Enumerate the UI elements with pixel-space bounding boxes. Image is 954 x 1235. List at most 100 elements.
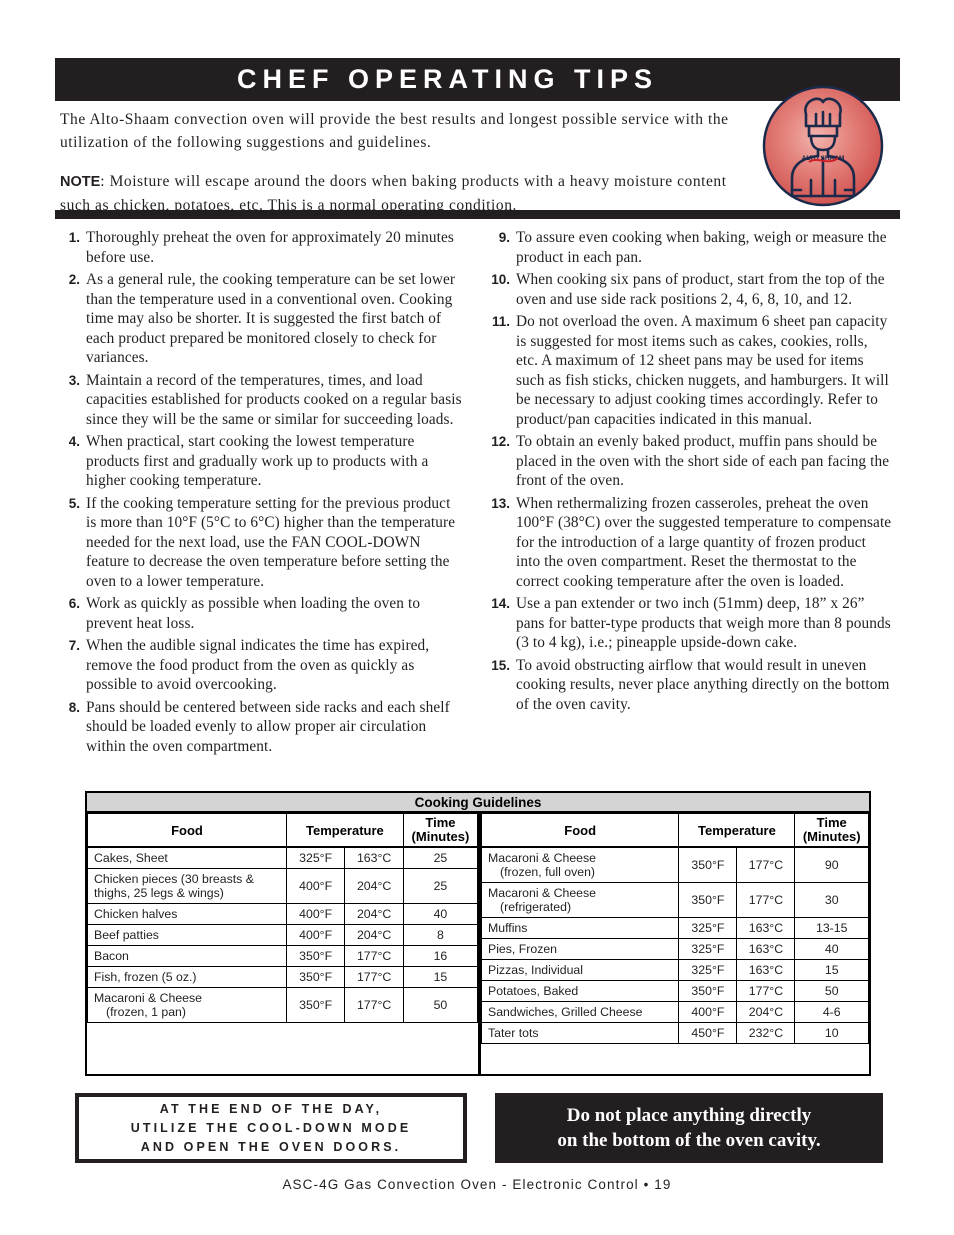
food-name: Macaroni & Cheese bbox=[488, 851, 596, 865]
food-name: Sandwiches, Grilled Cheese bbox=[488, 1005, 643, 1019]
tip-text: Work as quickly as possible when loading… bbox=[86, 595, 421, 632]
cell-temp-c: 204°C bbox=[344, 924, 404, 946]
tip-text: To assure even cooking when baking, weig… bbox=[516, 229, 887, 266]
tip-text: Maintain a record of the temperatures, t… bbox=[86, 371, 462, 428]
tip-number: 8. bbox=[68, 699, 80, 715]
tips-column-right: 9. To assure even cooking when baking, we… bbox=[488, 228, 892, 717]
chef-logo-icon: ALTO SHAAM bbox=[762, 85, 884, 207]
cell-temp-f: 350°F bbox=[678, 980, 738, 1002]
cell-temp-f: 400°F bbox=[285, 924, 346, 946]
intro-paragraph: The Alto-Shaam convection oven will prov… bbox=[60, 111, 729, 151]
tip-number: 14. bbox=[491, 596, 510, 611]
table-header-row: Food Temperature Time (Minutes) bbox=[87, 813, 479, 848]
cell-food: Muffins bbox=[480, 917, 680, 939]
cell-time: 50 bbox=[794, 980, 869, 1002]
callout-line-3: AND OPEN THE OVEN DOORS. bbox=[140, 1139, 402, 1154]
header-time-line2: (Minutes) bbox=[411, 829, 470, 844]
tip-item: 15. To avoid obstructing airflow that wou… bbox=[488, 656, 892, 715]
tip-text: When practical, start cooking the lowest… bbox=[86, 433, 429, 489]
tip-item: 13. When rethermalizing frozen casseroles… bbox=[488, 494, 892, 592]
oven-cavity-warning-callout: Do not place anything directly on the bo… bbox=[495, 1093, 883, 1163]
cell-temp-f: 350°F bbox=[678, 882, 738, 918]
food-name: Tater tots bbox=[488, 1026, 539, 1040]
cell-temp-f: 325°F bbox=[678, 959, 738, 981]
food-name: Pizzas, Individual bbox=[488, 963, 584, 977]
cell-temp-f: 450°F bbox=[678, 1022, 738, 1044]
cell-food: Pies, Frozen bbox=[480, 938, 680, 960]
tip-item: 2. As a general rule, the cooking tempera… bbox=[58, 270, 462, 368]
food-name: Beef patties bbox=[94, 928, 159, 942]
cell-temp-f: 325°F bbox=[678, 917, 738, 939]
cell-food: Pizzas, Individual bbox=[480, 959, 680, 981]
food-name: Macaroni & Cheese bbox=[488, 886, 596, 900]
tip-text: When rethermalizing frozen casseroles, p… bbox=[516, 494, 892, 590]
tips-column-left: 1. Thoroughly preheat the oven for approx… bbox=[58, 228, 462, 759]
tip-number: 11. bbox=[491, 314, 510, 329]
tip-number: 9. bbox=[498, 230, 510, 245]
cell-time: 30 bbox=[794, 882, 869, 918]
cell-time: 40 bbox=[402, 903, 479, 925]
oven-cavity-warning-text: Do not place anything directly on the bo… bbox=[557, 1103, 820, 1153]
cell-food: Macaroni & Cheese (frozen, 1 pan) bbox=[87, 987, 287, 1023]
tip-item: 12. To obtain an evenly baked product, mu… bbox=[488, 432, 892, 491]
food-name: Cakes, Sheet bbox=[94, 851, 168, 865]
table-row: Macaroni & Cheese (frozen, 1 pan) 350°F 177… bbox=[87, 987, 479, 1023]
table-row: Chicken halves 400°F 204°C 40 bbox=[87, 903, 479, 925]
header-time-line2: (Minutes) bbox=[802, 829, 861, 844]
cell-food: Sandwiches, Grilled Cheese bbox=[480, 1001, 680, 1023]
table-row: Bacon 350°F 177°C 16 bbox=[87, 945, 479, 967]
tip-number: 3. bbox=[68, 372, 80, 388]
tip-text: When cooking six pans of product, start … bbox=[516, 271, 885, 308]
alto-shaam-chef-logo: ALTO SHAAM bbox=[761, 84, 885, 208]
cell-food: Cakes, Sheet bbox=[87, 846, 287, 869]
cell-food: Potatoes, Baked bbox=[480, 980, 680, 1002]
header-time-line1: Time bbox=[425, 815, 456, 830]
tip-item: 3. Maintain a record of the temperatures,… bbox=[58, 371, 462, 430]
cell-time: 10 bbox=[794, 1022, 869, 1044]
cell-temp-c: 177°C bbox=[344, 945, 404, 967]
header-time: Time (Minutes) bbox=[794, 813, 869, 848]
cell-temp-c: 177°C bbox=[736, 882, 796, 918]
cell-time: 50 bbox=[402, 987, 479, 1023]
table-row: Chicken pieces (30 breasts & thighs, 25 … bbox=[87, 868, 479, 904]
page-footer: ASC-4G Gas Convection Oven - Electronic … bbox=[282, 1177, 672, 1192]
cell-temp-f: 350°F bbox=[678, 846, 738, 883]
tip-text: Do not overload the oven. A maximum 6 sh… bbox=[516, 313, 889, 428]
table-header-row: Food Temperature Time (Minutes) bbox=[480, 813, 869, 848]
cell-temp-f: 400°F bbox=[678, 1001, 738, 1023]
cell-temp-c: 163°C bbox=[344, 846, 404, 869]
tip-item: 1. Thoroughly preheat the oven for approx… bbox=[58, 228, 462, 267]
cell-food: Chicken halves bbox=[87, 903, 287, 925]
tip-number: 12. bbox=[491, 434, 510, 449]
table-row: Macaroni & Cheese (frozen, full oven) 350°… bbox=[480, 846, 869, 883]
table-row: Beef patties 400°F 204°C 8 bbox=[87, 924, 479, 946]
cell-time: 90 bbox=[794, 846, 869, 883]
food-name: Chicken pieces (30 breasts & thighs, 25 … bbox=[94, 872, 254, 900]
cell-time: 15 bbox=[402, 966, 479, 988]
table-row: Tater tots 450°F 232°C 10 bbox=[480, 1022, 869, 1044]
cell-temp-c: 177°C bbox=[736, 846, 796, 883]
end-of-day-callout-text: AT THE END OF THE DAY, UTILIZE THE COOL-… bbox=[131, 1100, 412, 1157]
tip-number: 4. bbox=[68, 434, 80, 449]
callout-line-1: AT THE END OF THE DAY, bbox=[159, 1101, 383, 1116]
warning-line-2: on the bottom of the oven cavity. bbox=[557, 1130, 821, 1151]
cell-time: 25 bbox=[402, 846, 479, 869]
tip-text: Pans should be centered between side rac… bbox=[86, 698, 450, 755]
food-name: Macaroni & Cheese bbox=[94, 991, 202, 1005]
cell-food: Chicken pieces (30 breasts & thighs, 25 … bbox=[87, 868, 287, 904]
tip-number: 15. bbox=[491, 657, 510, 673]
cell-time: 13-15 bbox=[794, 917, 869, 939]
table-row: Potatoes, Baked 350°F 177°C 50 bbox=[480, 980, 869, 1002]
tip-number: 7. bbox=[68, 638, 80, 653]
cell-time: 16 bbox=[402, 945, 479, 967]
header-food: Food bbox=[480, 813, 680, 848]
cell-temp-f: 350°F bbox=[285, 945, 346, 967]
header-food: Food bbox=[87, 813, 287, 848]
tip-item: 10. When cooking six pans of product, sta… bbox=[488, 270, 892, 309]
table-half-left: Food Temperature Time (Minutes) Cakes, Sh… bbox=[87, 813, 479, 1074]
cell-time: 40 bbox=[794, 938, 869, 960]
tip-number: 2. bbox=[68, 272, 80, 287]
section-divider bbox=[55, 210, 900, 219]
callout-line-2: UTILIZE THE COOL-DOWN MODE bbox=[130, 1120, 412, 1135]
food-name: Pies, Frozen bbox=[488, 942, 558, 956]
